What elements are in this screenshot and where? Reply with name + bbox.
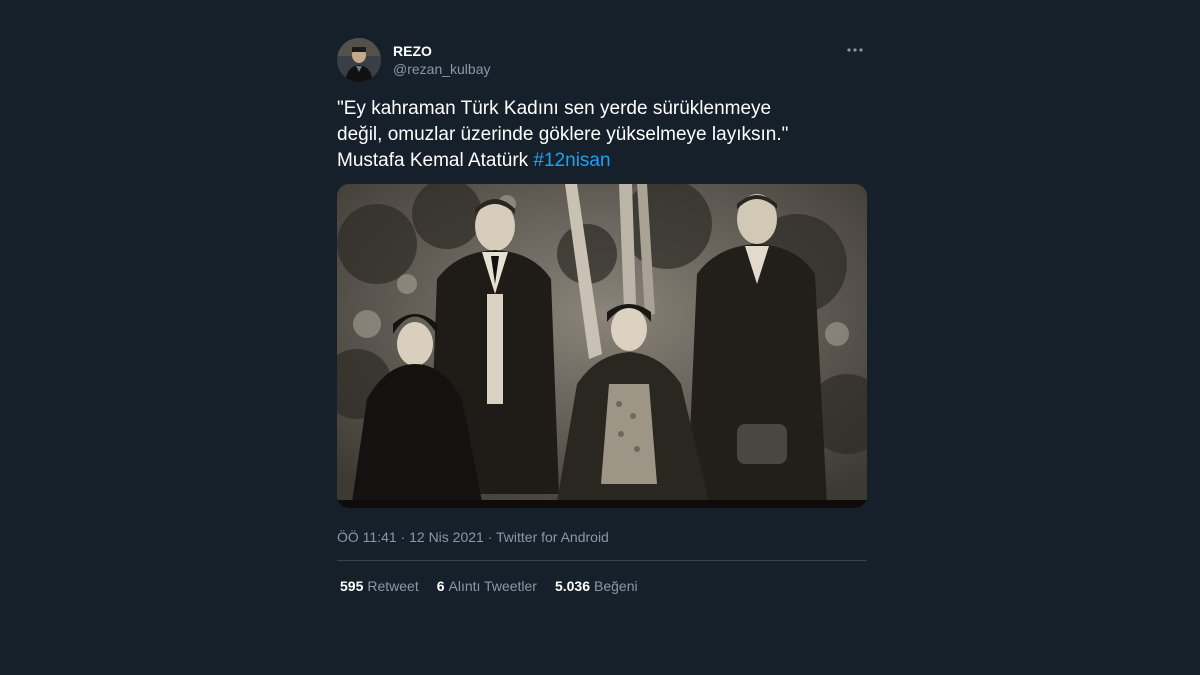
quotes-stat[interactable]: 6 Alıntı Tweetler [437, 577, 537, 595]
tweet-stats: 595 Retweet 6 Alıntı Tweetler 5.036 Beğeni [337, 577, 867, 595]
author-handle[interactable]: @rezan_kulbay [393, 60, 491, 78]
author-names[interactable]: REZO @rezan_kulbay [393, 42, 491, 78]
quotes-label: Alıntı Tweetler [448, 578, 537, 594]
avatar[interactable] [337, 38, 381, 82]
tweet: REZO @rezan_kulbay "Ey kahraman Türk Kad… [337, 38, 867, 595]
likes-stat[interactable]: 5.036 Beğeni [555, 577, 638, 595]
tweet-photo[interactable] [337, 184, 867, 508]
retweets-count: 595 [340, 578, 364, 594]
hashtag-link[interactable]: #12nisan [533, 150, 610, 171]
author-display-name[interactable]: REZO [393, 42, 491, 60]
quotes-count: 6 [436, 578, 445, 594]
retweets-stat[interactable]: 595 Retweet [340, 577, 419, 595]
more-horizontal-icon[interactable] [843, 38, 867, 62]
tweet-timestamp[interactable]: ÖÖ 11:41 · 12 Nis 2021 · Twitter for And… [337, 528, 867, 546]
retweets-label: Retweet [367, 578, 419, 594]
likes-label: Beğeni [594, 578, 638, 594]
tweet-text: "Ey kahraman Türk Kadını sen yerde sürük… [337, 96, 867, 174]
tweet-header: REZO @rezan_kulbay [337, 38, 867, 86]
likes-count: 5.036 [554, 578, 591, 594]
divider [337, 560, 867, 561]
